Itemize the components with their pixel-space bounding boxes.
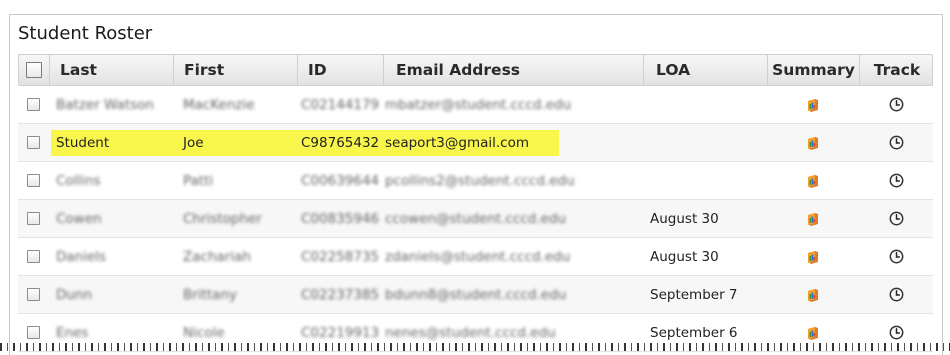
cell-first-name: Nicole bbox=[183, 324, 225, 341]
row-checkbox[interactable] bbox=[27, 326, 40, 339]
clock-icon[interactable] bbox=[889, 135, 904, 150]
clock-icon[interactable] bbox=[889, 173, 904, 188]
table-row: Daniels Zachariah C02258735 zdaniels@stu… bbox=[18, 238, 933, 276]
row-select-cell bbox=[18, 124, 49, 161]
student-roster-panel: Student Roster Last First ID Email Addre… bbox=[9, 14, 943, 355]
cell-student-id: C02258735 bbox=[301, 248, 380, 265]
roster-table: Last First ID Email Address LOA Summary … bbox=[18, 54, 933, 352]
cell-track bbox=[859, 200, 933, 237]
clock-icon[interactable] bbox=[889, 97, 904, 112]
cell-student-id: C02144179 bbox=[301, 96, 380, 113]
column-header-summary[interactable]: Summary bbox=[768, 55, 860, 85]
cell-last-name: Dunn bbox=[56, 286, 93, 303]
row-checkbox[interactable] bbox=[27, 98, 40, 111]
table-body: Batzer Watson MacKenzie C02144179 mbatze… bbox=[18, 86, 933, 352]
table-row: Collins Patti C00639644 pcollins2@studen… bbox=[18, 162, 933, 200]
clock-icon[interactable] bbox=[889, 287, 904, 302]
select-all-cell bbox=[19, 55, 50, 85]
cell-summary bbox=[767, 314, 859, 351]
clock-icon[interactable] bbox=[889, 249, 904, 264]
cell-loa bbox=[643, 124, 767, 161]
cell-summary bbox=[767, 200, 859, 237]
cell-email[interactable]: pcollins2@student.cccd.edu bbox=[383, 162, 643, 199]
clock-icon[interactable] bbox=[889, 211, 904, 226]
cell-loa: August 30 bbox=[650, 248, 719, 265]
cell-first-name: Brittany bbox=[183, 286, 237, 303]
column-header-loa[interactable]: LOA bbox=[644, 55, 768, 85]
cell-first-name: MacKenzie bbox=[183, 96, 255, 113]
cell-first-name: Joe bbox=[183, 134, 204, 151]
cell-last-name: Daniels bbox=[56, 248, 107, 265]
row-checkbox[interactable] bbox=[27, 250, 40, 263]
row-checkbox[interactable] bbox=[27, 174, 40, 187]
report-icon[interactable] bbox=[805, 249, 821, 265]
cell-email[interactable]: mbatzer@student.cccd.edu bbox=[383, 86, 643, 123]
cell-student-id: C02237385 bbox=[301, 286, 380, 303]
cell-email[interactable]: nenes@student.cccd.edu bbox=[383, 314, 643, 351]
panel-title: Student Roster bbox=[18, 23, 153, 44]
cell-student-id: C02219913 bbox=[301, 324, 380, 341]
column-header-first[interactable]: First bbox=[174, 55, 298, 85]
cell-student-id: C00835946 bbox=[301, 210, 380, 227]
table-row: Student Joe C98765432 seaport3@gmail.com bbox=[18, 124, 933, 162]
cell-loa: August 30 bbox=[650, 210, 719, 227]
table-row: Dunn Brittany C02237385 bdunn8@student.c… bbox=[18, 276, 933, 314]
column-header-track[interactable]: Track bbox=[860, 55, 934, 85]
column-header-id[interactable]: ID bbox=[298, 55, 384, 85]
cell-student-id: C98765432 bbox=[301, 134, 380, 151]
row-select-cell bbox=[18, 200, 49, 237]
cell-last-name: Collins bbox=[56, 172, 101, 189]
cell-track bbox=[859, 162, 933, 199]
cell-first-name: Patti bbox=[183, 172, 214, 189]
cell-track bbox=[859, 314, 933, 351]
row-select-cell bbox=[18, 86, 49, 123]
row-select-cell bbox=[18, 314, 49, 351]
cell-summary bbox=[767, 124, 859, 161]
row-checkbox[interactable] bbox=[27, 136, 40, 149]
cell-summary bbox=[767, 276, 859, 313]
table-row: Cowen Christopher C00835946 ccowen@stude… bbox=[18, 200, 933, 238]
cell-email[interactable]: seaport3@gmail.com bbox=[383, 124, 643, 161]
cell-last-name: Enes bbox=[56, 324, 89, 341]
cell-track bbox=[859, 124, 933, 161]
row-checkbox[interactable] bbox=[27, 288, 40, 301]
cell-track bbox=[859, 276, 933, 313]
row-checkbox[interactable] bbox=[27, 212, 40, 225]
report-icon[interactable] bbox=[805, 287, 821, 303]
row-select-cell bbox=[18, 162, 49, 199]
cell-email[interactable]: zdaniels@student.cccd.edu bbox=[383, 238, 643, 275]
cell-loa bbox=[643, 86, 767, 123]
cell-track bbox=[859, 86, 933, 123]
table-header: Last First ID Email Address LOA Summary … bbox=[18, 54, 933, 86]
cell-loa: September 6 bbox=[650, 324, 738, 341]
cell-email[interactable]: bdunn8@student.cccd.edu bbox=[383, 276, 643, 313]
cell-loa: September 7 bbox=[650, 286, 738, 303]
row-select-cell bbox=[18, 238, 49, 275]
cell-summary bbox=[767, 238, 859, 275]
cell-first-name: Christopher bbox=[183, 210, 262, 227]
cell-student-id: C00639644 bbox=[301, 172, 380, 189]
column-header-email[interactable]: Email Address bbox=[384, 55, 644, 85]
cell-last-name: Cowen bbox=[56, 210, 102, 227]
report-icon[interactable] bbox=[805, 325, 821, 341]
report-icon[interactable] bbox=[805, 135, 821, 151]
cell-loa bbox=[643, 162, 767, 199]
cell-last-name: Student bbox=[56, 134, 110, 151]
cell-email[interactable]: ccowen@student.cccd.edu bbox=[383, 200, 643, 237]
cell-summary bbox=[767, 162, 859, 199]
report-icon[interactable] bbox=[805, 173, 821, 189]
report-icon[interactable] bbox=[805, 211, 821, 227]
table-row: Batzer Watson MacKenzie C02144179 mbatze… bbox=[18, 86, 933, 124]
clock-icon[interactable] bbox=[889, 325, 904, 340]
row-select-cell bbox=[18, 276, 49, 313]
cell-summary bbox=[767, 86, 859, 123]
cell-last-name: Batzer Watson bbox=[56, 96, 154, 113]
select-all-checkbox[interactable] bbox=[26, 62, 42, 78]
cell-track bbox=[859, 238, 933, 275]
cell-first-name: Zachariah bbox=[183, 248, 251, 265]
report-icon[interactable] bbox=[805, 97, 821, 113]
column-header-last[interactable]: Last bbox=[50, 55, 174, 85]
table-row: Enes Nicole C02219913 nenes@student.cccd… bbox=[18, 314, 933, 352]
